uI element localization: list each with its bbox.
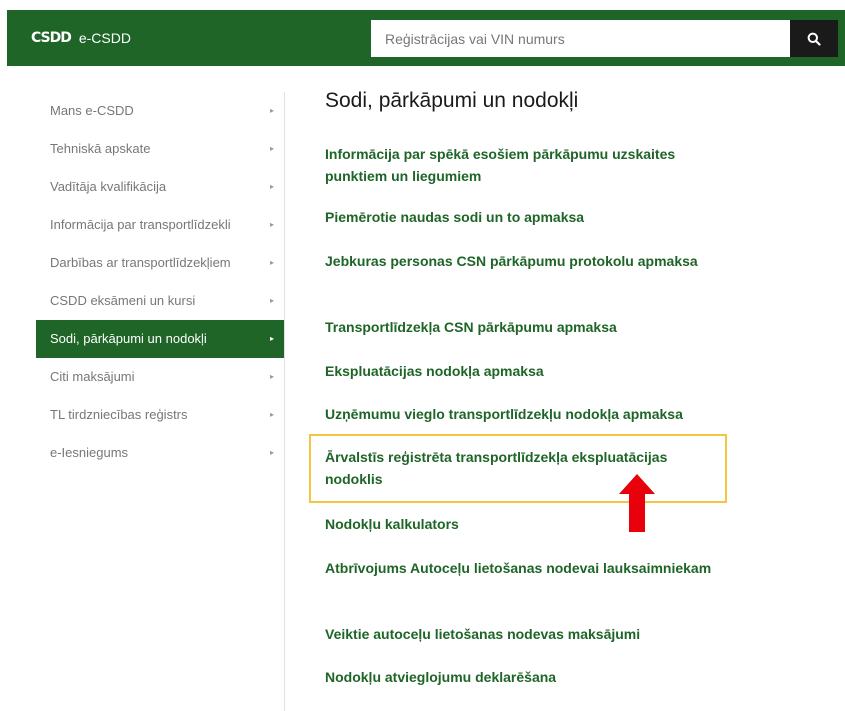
- search-input[interactable]: [371, 20, 790, 57]
- sidebar-item-informacija-par-tl[interactable]: Informācija par transportlīdzekli ▸: [36, 206, 284, 244]
- sidebar-item-mans-ecsdd[interactable]: Mans e-CSDD ▸: [36, 92, 284, 130]
- chevron-right-icon: ▸: [269, 448, 274, 457]
- link-atbrivojums-lauksaimniekam[interactable]: Atbrīvojums Autoceļu lietošanas nodevai …: [325, 557, 725, 579]
- link-ekspluatacijas-nodoklis[interactable]: Ekspluatācijas nodokļa apmaksa: [325, 360, 725, 382]
- chevron-right-icon: ▸: [269, 220, 274, 229]
- page-title: Sodi, pārkāpumi un nodokļi: [325, 89, 579, 112]
- sidebar-item-vaditaja-kvalifikacija[interactable]: Vadītāja kvalifikācija ▸: [36, 168, 284, 206]
- sidebar-item-label: Mans e-CSDD: [50, 103, 134, 118]
- chevron-right-icon: ▸: [269, 372, 274, 381]
- sidebar-item-label: Darbības ar transportlīdzekļiem: [50, 255, 231, 270]
- chevron-right-icon: ▸: [269, 296, 274, 305]
- top-navigation-bar: CSDD e-CSDD: [7, 10, 845, 66]
- sidebar-item-tehniska-apskate[interactable]: Tehniskā apskate ▸: [36, 130, 284, 168]
- sidebar-item-label: TL tirdzniecības reģistrs: [50, 407, 188, 422]
- chevron-right-icon: ▸: [269, 334, 274, 343]
- search-button[interactable]: [790, 20, 838, 57]
- sidebar-item-e-iesniegums[interactable]: e-Iesniegums ▸: [36, 434, 284, 472]
- csdd-logo-mark: CSDD: [31, 30, 72, 46]
- link-nodoklu-kalkulators[interactable]: Nodokļu kalkulators: [325, 513, 725, 535]
- link-parkapumu-punkti[interactable]: Informācija par spēkā esošiem pārkāpumu …: [325, 143, 725, 187]
- sidebar-item-label: Tehniskā apskate: [50, 141, 151, 156]
- search-icon: [807, 32, 821, 46]
- sidebar-item-citi-maksajumi[interactable]: Citi maksājumi ▸: [36, 358, 284, 396]
- sidebar-item-tl-tirdzniecibas-registrs[interactable]: TL tirdzniecības reģistrs ▸: [36, 396, 284, 434]
- highlight-box: [309, 434, 727, 503]
- sidebar-item-sodi-parkapumi-nodokli[interactable]: Sodi, pārkāpumi un nodokļi ▸: [36, 320, 284, 358]
- csdd-logo[interactable]: CSDD e-CSDD: [31, 10, 131, 66]
- chevron-right-icon: ▸: [269, 258, 274, 267]
- link-uznemumu-nodoklis[interactable]: Uzņēmumu vieglo transportlīdzekļu nodokļ…: [325, 403, 725, 425]
- chevron-right-icon: ▸: [269, 410, 274, 419]
- logo-text: e-CSDD: [78, 30, 131, 46]
- sidebar-item-label: e-Iesniegums: [50, 445, 129, 460]
- sidebar-item-eksameni-un-kursi[interactable]: CSDD eksāmeni un kursi ▸: [36, 282, 284, 320]
- chevron-right-icon: ▸: [269, 182, 274, 191]
- red-up-arrow-icon: [619, 474, 655, 532]
- chevron-right-icon: ▸: [269, 106, 274, 115]
- link-tl-csn-parkapumi[interactable]: Transportlīdzekļa CSN pārkāpumu apmaksa: [325, 316, 725, 338]
- chevron-right-icon: ▸: [269, 144, 274, 153]
- sidebar-item-label: Vadītāja kvalifikācija: [50, 179, 167, 194]
- sidebar-item-label: Citi maksājumi: [50, 369, 135, 384]
- sidebar-item-label: Informācija par transportlīdzekli: [50, 217, 231, 232]
- sidebar-item-label: CSDD eksāmeni un kursi: [50, 293, 196, 308]
- link-autocelu-nodevas-maksajumi[interactable]: Veiktie autoceļu lietošanas nodevas maks…: [325, 623, 725, 645]
- link-naudas-sodi[interactable]: Piemērotie naudas sodi un to apmaksa: [325, 206, 725, 228]
- sidebar-menu: Mans e-CSDD ▸ Tehniskā apskate ▸ Vadītāj…: [36, 92, 284, 472]
- sidebar-divider: [284, 92, 285, 711]
- link-personas-csn-protokoli[interactable]: Jebkuras personas CSN pārkāpumu protokol…: [325, 250, 725, 272]
- sidebar-item-darbibas-ar-tl[interactable]: Darbības ar transportlīdzekļiem ▸: [36, 244, 284, 282]
- link-atvieglojumu-deklaresana[interactable]: Nodokļu atvieglojumu deklarēšana: [325, 666, 725, 688]
- sidebar-item-label: Sodi, pārkāpumi un nodokļi: [50, 331, 207, 346]
